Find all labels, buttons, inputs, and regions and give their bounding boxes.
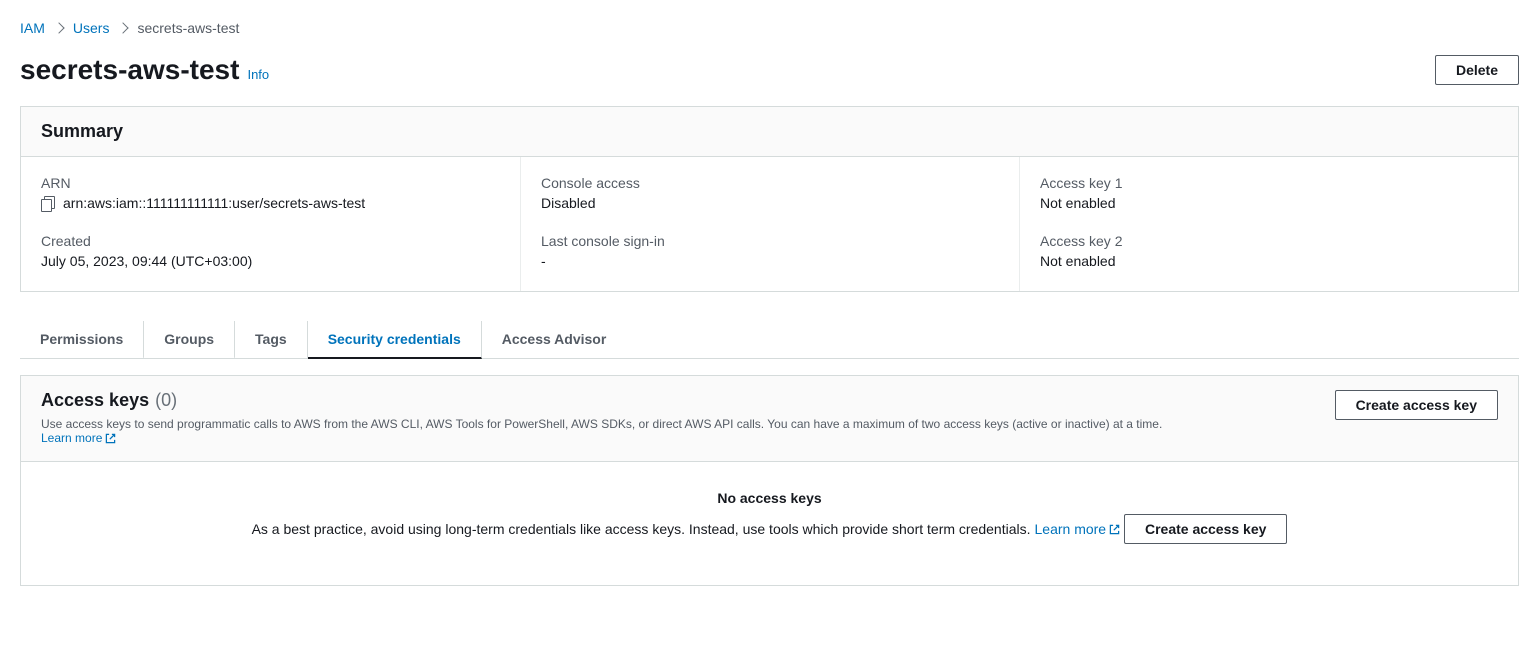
arn-label: ARN — [41, 175, 500, 191]
access-key-2-label: Access key 2 — [1040, 233, 1498, 249]
create-access-key-button-empty[interactable]: Create access key — [1124, 514, 1287, 544]
breadcrumb-current: secrets-aws-test — [137, 20, 239, 36]
console-access-label: Console access — [541, 175, 999, 191]
no-access-keys-text: As a best practice, avoid using long-ter… — [252, 521, 1031, 537]
created-value: July 05, 2023, 09:44 (UTC+03:00) — [41, 253, 500, 269]
tab-groups[interactable]: Groups — [144, 321, 235, 359]
tab-access-advisor[interactable]: Access Advisor — [482, 321, 627, 359]
tab-tags[interactable]: Tags — [235, 321, 308, 359]
summary-grid: ARN arn:aws:iam::111111111111:user/secre… — [21, 157, 1518, 291]
access-key-1-field: Access key 1 Not enabled — [1040, 175, 1498, 211]
breadcrumb: IAM Users secrets-aws-test — [20, 20, 1519, 36]
breadcrumb-users[interactable]: Users — [73, 20, 110, 36]
page-header: secrets-aws-test Info Delete — [20, 54, 1519, 86]
delete-button[interactable]: Delete — [1435, 55, 1519, 85]
create-access-key-button-header[interactable]: Create access key — [1335, 390, 1498, 420]
summary-col-2: Console access Disabled Last console sig… — [520, 157, 1019, 291]
last-signin-value: - — [541, 253, 999, 269]
learn-more-link-empty[interactable]: Learn more — [1035, 521, 1121, 537]
page-title-text: secrets-aws-test — [20, 54, 239, 86]
tab-permissions[interactable]: Permissions — [20, 321, 144, 359]
summary-col-1: ARN arn:aws:iam::111111111111:user/secre… — [21, 157, 520, 291]
access-key-2-value: Not enabled — [1040, 253, 1498, 269]
access-keys-panel: Access keys (0) Use access keys to send … — [20, 375, 1519, 586]
summary-heading: Summary — [21, 107, 1518, 157]
learn-more-empty-text: Learn more — [1035, 521, 1107, 537]
chevron-right-icon — [53, 22, 64, 33]
learn-more-text: Learn more — [41, 431, 102, 445]
no-access-keys-title: No access keys — [41, 490, 1498, 506]
tabs-container: Permissions Groups Tags Security credent… — [20, 320, 1519, 359]
access-key-2-field: Access key 2 Not enabled — [1040, 233, 1498, 269]
tab-security-credentials[interactable]: Security credentials — [308, 321, 482, 359]
access-keys-description: Use access keys to send programmatic cal… — [41, 417, 1181, 445]
external-link-icon — [105, 433, 116, 444]
created-field: Created July 05, 2023, 09:44 (UTC+03:00) — [41, 233, 500, 269]
created-label: Created — [41, 233, 500, 249]
last-signin-field: Last console sign-in - — [541, 233, 999, 269]
arn-value: arn:aws:iam::111111111111:user/secrets-a… — [63, 195, 365, 211]
breadcrumb-iam[interactable]: IAM — [20, 20, 45, 36]
summary-col-3: Access key 1 Not enabled Access key 2 No… — [1019, 157, 1518, 291]
access-keys-description-text: Use access keys to send programmatic cal… — [41, 417, 1162, 431]
access-keys-header: Access keys (0) Use access keys to send … — [21, 376, 1518, 462]
console-access-value: Disabled — [541, 195, 999, 211]
access-keys-empty-state: No access keys As a best practice, avoid… — [21, 462, 1518, 585]
copy-icon[interactable] — [41, 196, 55, 210]
chevron-right-icon — [118, 22, 129, 33]
last-signin-label: Last console sign-in — [541, 233, 999, 249]
info-link[interactable]: Info — [247, 67, 269, 82]
access-key-1-label: Access key 1 — [1040, 175, 1498, 191]
summary-panel: Summary ARN arn:aws:iam::111111111111:us… — [20, 106, 1519, 292]
access-key-1-value: Not enabled — [1040, 195, 1498, 211]
access-keys-title: Access keys — [41, 390, 149, 411]
learn-more-link[interactable]: Learn more — [41, 431, 116, 445]
console-access-field: Console access Disabled — [541, 175, 999, 211]
page-title: secrets-aws-test Info — [20, 54, 269, 86]
arn-field: ARN arn:aws:iam::111111111111:user/secre… — [41, 175, 500, 211]
external-link-icon — [1109, 524, 1120, 535]
access-keys-count: (0) — [155, 390, 177, 411]
